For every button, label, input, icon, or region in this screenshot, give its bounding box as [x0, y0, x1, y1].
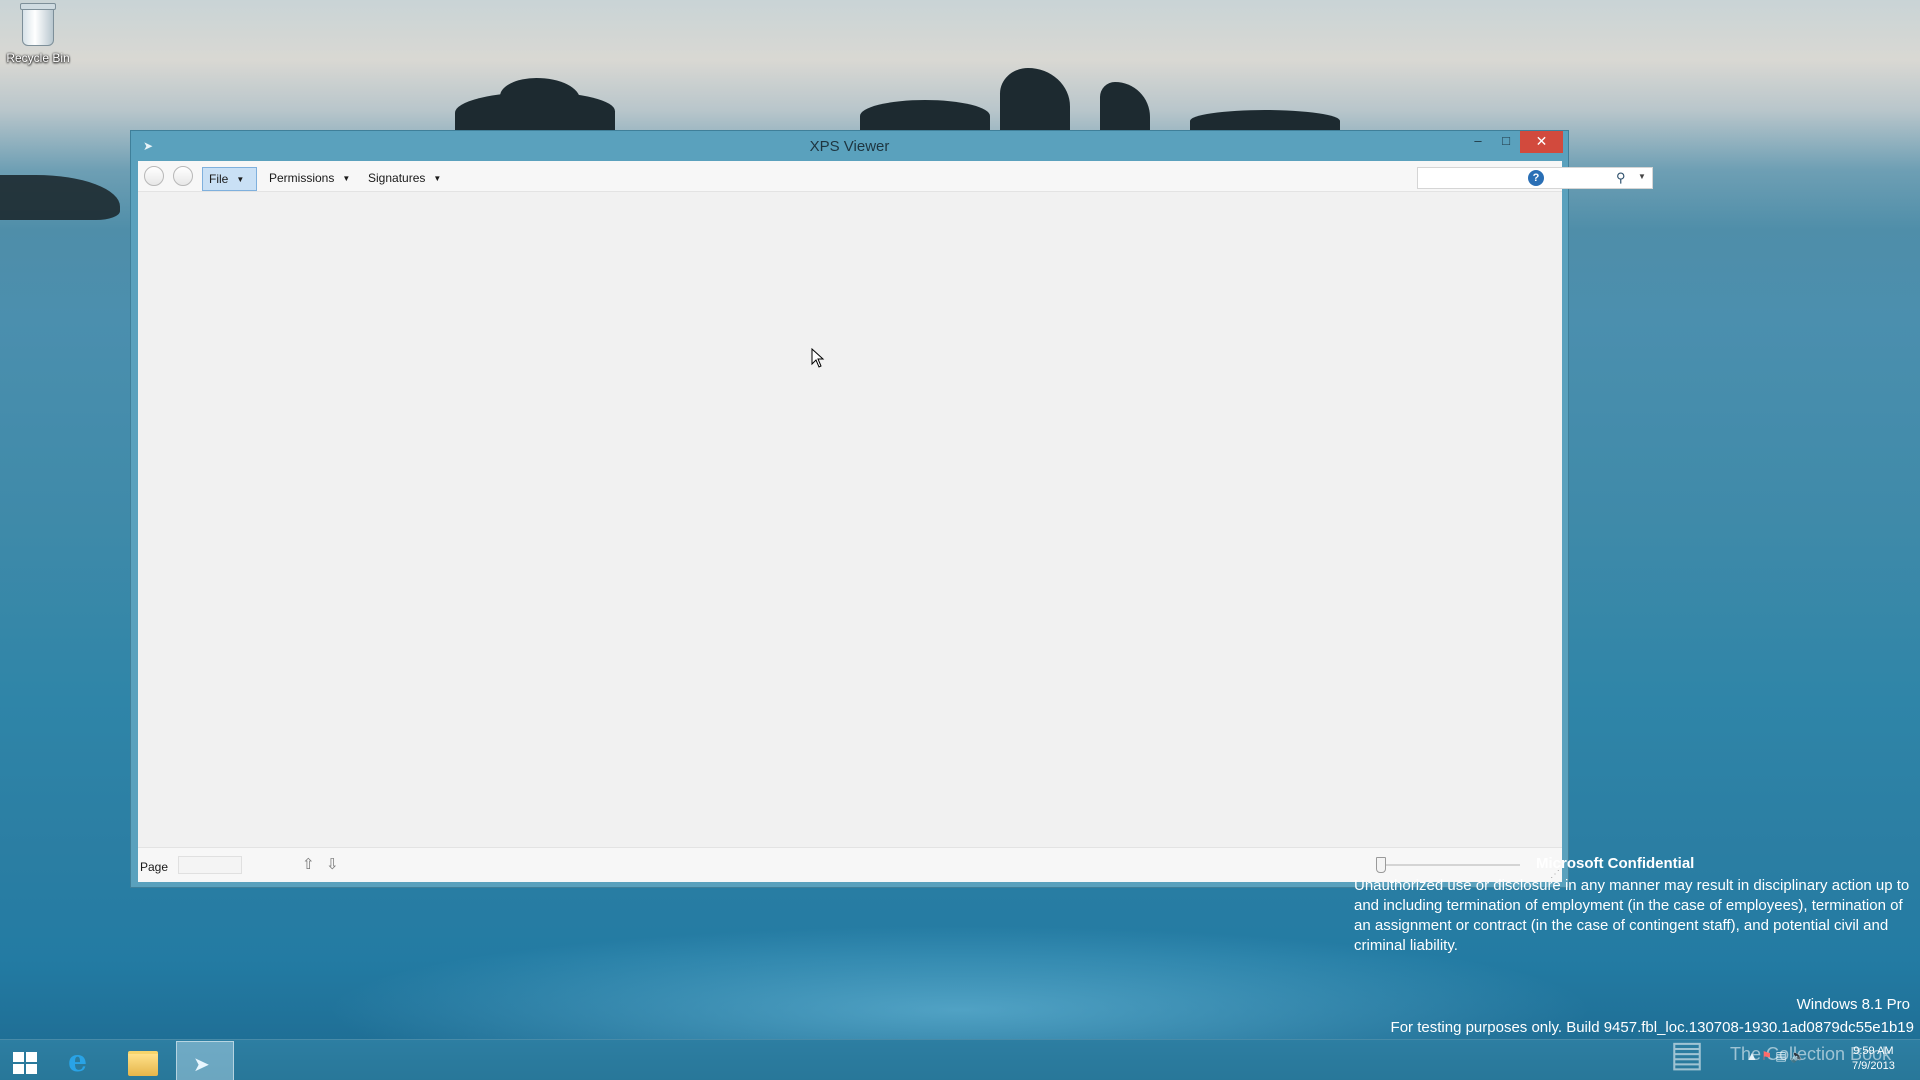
- forward-button[interactable]: [173, 166, 193, 186]
- build-info: For testing purposes only. Build 9457.fb…: [1390, 1019, 1914, 1036]
- rock-silhouette: [1000, 68, 1070, 132]
- document-area[interactable]: [138, 192, 1562, 847]
- rock-silhouette: [1190, 110, 1340, 132]
- taskbar: e ➤: [0, 1039, 1920, 1080]
- help-icon[interactable]: ?: [1528, 170, 1544, 186]
- watermark-body: Unauthorized use or disclosure in any ma…: [1354, 877, 1910, 954]
- chevron-down-icon[interactable]: ▼: [1638, 172, 1646, 181]
- network-icon[interactable]: ▤: [1775, 1049, 1786, 1063]
- zoom-slider-thumb[interactable]: [1376, 857, 1386, 873]
- maximize-button[interactable]: □: [1492, 131, 1520, 153]
- book-icon: ▤: [1670, 1033, 1705, 1074]
- close-button[interactable]: ✕: [1520, 131, 1563, 153]
- folder-icon: [128, 1051, 158, 1076]
- desktop: Recycle Bin ➤ XPS Viewer – □ ✕ File ▼ Per…: [0, 0, 1920, 1080]
- file-menu[interactable]: File ▼: [202, 167, 257, 191]
- back-button[interactable]: [144, 166, 164, 186]
- minimize-button[interactable]: –: [1464, 131, 1492, 153]
- title-bar[interactable]: ➤ XPS Viewer – □ ✕: [131, 131, 1568, 161]
- previous-page-button[interactable]: ⇧: [302, 855, 315, 873]
- search-input[interactable]: [1422, 170, 1616, 188]
- chevron-down-icon: ▼: [236, 175, 245, 184]
- signatures-menu-label: Signatures: [368, 171, 426, 185]
- rock-silhouette: [1100, 82, 1150, 132]
- page-label: Page: [140, 860, 169, 874]
- page-number-input[interactable]: [178, 856, 242, 874]
- internet-explorer-icon: e: [68, 1044, 88, 1079]
- status-bar: Page ⇧ ⇩ ⋰: [138, 847, 1562, 882]
- window-title: XPS Viewer: [809, 138, 890, 155]
- next-page-button[interactable]: ⇩: [326, 855, 339, 873]
- internet-explorer-button[interactable]: e: [52, 1041, 108, 1080]
- rock-silhouette: [860, 100, 990, 132]
- rock-silhouette: [0, 175, 120, 220]
- start-button[interactable]: [0, 1041, 56, 1080]
- recycle-bin-label: Recycle Bin: [6, 51, 70, 65]
- permissions-menu[interactable]: Permissions ▼: [263, 167, 356, 191]
- recycle-bin[interactable]: Recycle Bin: [6, 3, 70, 65]
- permissions-menu-label: Permissions: [269, 171, 335, 185]
- rock-silhouette: [500, 78, 580, 118]
- system-tray[interactable]: ▲ ⚑ ▤ 🔈: [1746, 1049, 1805, 1063]
- clock-time: 9:59 AM: [1853, 1045, 1894, 1057]
- volume-icon[interactable]: 🔈: [1790, 1049, 1805, 1063]
- clock-date: 7/9/2013: [1852, 1060, 1895, 1072]
- file-explorer-button[interactable]: [114, 1041, 170, 1080]
- mouse-cursor-icon: [811, 348, 825, 368]
- signatures-menu[interactable]: Signatures ▼: [362, 167, 447, 191]
- file-menu-label: File: [209, 172, 229, 186]
- action-center-icon[interactable]: ⚑: [1761, 1049, 1772, 1063]
- chevron-up-icon[interactable]: ▲: [1746, 1049, 1758, 1063]
- zoom-slider-track[interactable]: [1380, 864, 1520, 866]
- xps-viewer-window: ➤ XPS Viewer – □ ✕ File ▼ Permissions ▼ Si…: [130, 130, 1653, 888]
- xps-viewer-button[interactable]: ➤: [176, 1041, 234, 1080]
- chevron-down-icon: ▼: [433, 174, 442, 183]
- recycle-bin-icon: [20, 3, 56, 46]
- search-icon[interactable]: ⚲: [1616, 170, 1626, 186]
- os-edition: Windows 8.1 Pro: [1796, 996, 1910, 1013]
- chevron-down-icon: ▼: [342, 174, 351, 183]
- toolbar: File ▼ Permissions ▼ Signatures ▼ ⚲ ▼ ?: [138, 161, 1653, 192]
- windows-logo-icon: [13, 1052, 39, 1074]
- clock[interactable]: 9:59 AM 7/9/2013: [1852, 1044, 1895, 1074]
- client-area: File ▼ Permissions ▼ Signatures ▼ ⚲ ▼ ? Pag…: [138, 161, 1653, 882]
- xps-app-icon: ➤: [193, 1054, 210, 1076]
- watermark-title: Microsoft Confidential: [1536, 855, 1695, 872]
